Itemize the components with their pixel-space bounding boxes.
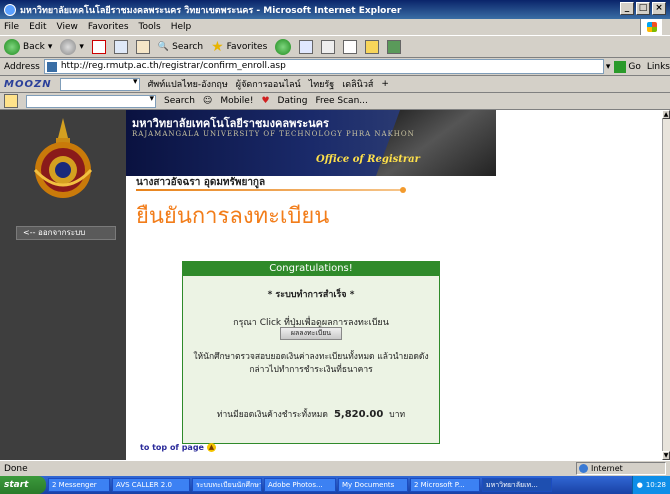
go-arrow-icon xyxy=(614,60,627,73)
status-text: Done xyxy=(4,463,28,474)
ie-icon xyxy=(4,3,16,16)
top-of-page-link[interactable]: to top of page ▲ xyxy=(140,443,216,452)
add-icon[interactable]: + xyxy=(381,79,389,89)
scroll-up-button[interactable]: ▲ xyxy=(662,110,670,119)
moozn-toolbar: MOOZN ศัพท์แปลไทย-อังกฤษ ผู้จัดการออนไลน… xyxy=(0,76,670,93)
toolbar-logo-icon xyxy=(4,94,18,108)
moozn-item-manager[interactable]: ผู้จัดการออนไลน์ xyxy=(236,77,301,91)
close-button[interactable]: × xyxy=(652,2,666,15)
balance-unit: บาท xyxy=(389,410,406,420)
smiley-icon[interactable]: ☺ xyxy=(203,96,212,106)
university-seal-icon xyxy=(33,118,93,198)
go-button[interactable]: Go xyxy=(614,60,641,73)
favorites-star-icon: ★ xyxy=(211,38,224,55)
moozn-logo: MOOZN xyxy=(4,78,52,90)
menu-favorites[interactable]: Favorites xyxy=(88,22,129,32)
taskbar-item-powerpoint[interactable]: 2 Microsoft P... xyxy=(410,478,480,492)
taskbar: start 2 Messenger AVS CALLER 2.0 ระบบทะเ… xyxy=(0,476,670,494)
stop-icon[interactable] xyxy=(91,39,106,54)
registrar-banner: มหาวิทยาลัยเทคโนโลยีราชมงคลพระนคร RAJAMA… xyxy=(126,110,496,176)
edit-icon[interactable] xyxy=(343,39,358,54)
window-titlebar: มหาวิทยาลัยเทคโนโลยีราชมงคลพระนคร วิทยาเ… xyxy=(0,0,670,19)
history-icon[interactable] xyxy=(275,38,292,55)
toolbar-freescan[interactable]: Free Scan... xyxy=(315,96,367,106)
taskbar-item-registrar[interactable]: ระบบทะเบียนนักศึกษา xyxy=(192,478,262,492)
student-name: นางสาวอัจฉรา อุดมทรัพยากูล xyxy=(136,177,266,188)
taskbar-item-browser[interactable]: มหาวิทยาลัยเท... xyxy=(482,478,552,492)
keyboard-hands-image xyxy=(376,110,496,176)
banner-office-registrar: Office of Registrar xyxy=(316,154,420,165)
balance-label: ท่านมียอดเงินค้างชำระทั้งหมด xyxy=(216,410,328,420)
vertical-scrollbar[interactable] xyxy=(662,110,670,460)
security-zone: Internet xyxy=(576,462,666,475)
address-bar: Address http://reg.rmutp.ac.th/registrar… xyxy=(0,58,670,76)
panel-header: Congratulations! xyxy=(183,262,439,276)
address-label: Address xyxy=(4,61,40,72)
moozn-item-dictionary[interactable]: ศัพท์แปลไทย-อังกฤษ xyxy=(148,77,228,91)
clock: 10:28 xyxy=(645,481,666,489)
mail-icon[interactable] xyxy=(299,39,314,54)
maximize-button[interactable]: □ xyxy=(636,2,650,15)
menu-edit[interactable]: Edit xyxy=(29,22,46,32)
taskbar-item-photoshop[interactable]: Adobe Photos... xyxy=(264,478,336,492)
forward-button[interactable]: ▾ xyxy=(60,38,84,55)
page-viewport: <-- ออกจากระบบ มหาวิทยาลัยเทคโนโลยีราชมง… xyxy=(0,110,662,460)
search-toolbar: Search ☺ Mobile! ♥ Dating Free Scan... xyxy=(0,93,670,110)
back-arrow-icon xyxy=(4,38,20,55)
menu-view[interactable]: View xyxy=(57,22,78,32)
standard-toolbar: Back ▾ ▾ 🔍 Search ★ Favorites xyxy=(0,36,670,58)
logout-button[interactable]: <-- ออกจากระบบ xyxy=(16,226,116,240)
search-icon: 🔍 xyxy=(157,41,170,52)
view-result-button[interactable]: ผลลงทะเบียน xyxy=(280,327,342,340)
up-arrow-icon: ▲ xyxy=(206,443,216,452)
menu-file[interactable]: File xyxy=(4,22,19,32)
taskbar-item-messenger[interactable]: 2 Messenger xyxy=(48,478,110,492)
messenger-icon[interactable] xyxy=(387,39,402,54)
forward-arrow-icon xyxy=(60,38,77,55)
window-title: มหาวิทยาลัยเทคโนโลยีราชมงคลพระนคร วิทยาเ… xyxy=(20,5,402,16)
scroll-down-button[interactable]: ▼ xyxy=(662,451,670,460)
menu-help[interactable]: Help xyxy=(171,22,192,32)
favorites-button[interactable]: ★ Favorites xyxy=(211,40,267,54)
divider xyxy=(136,187,406,193)
tray-icon[interactable]: ● xyxy=(637,481,643,489)
start-button[interactable]: start xyxy=(0,476,46,494)
menu-tools[interactable]: Tools xyxy=(139,22,161,32)
payment-instructions: ให้นักศึกษาตรวจสอบยอดเงินค่าลงทะเบียนทั้… xyxy=(193,352,429,375)
refresh-icon[interactable] xyxy=(113,39,128,54)
moozn-search-dropdown[interactable] xyxy=(59,77,140,91)
moozn-item-dailynews[interactable]: เดลินิวส์ xyxy=(342,77,373,91)
success-message: * ระบบทำการสำเร็จ * xyxy=(267,290,355,300)
toolbar-search-button[interactable]: Search xyxy=(164,96,195,106)
print-icon[interactable] xyxy=(321,39,336,54)
page-title: ยืนยันการลงทะเบียน xyxy=(136,204,330,229)
moozn-item-thairath[interactable]: ไทยรัฐ xyxy=(309,77,335,91)
taskbar-item-my-documents[interactable]: My Documents xyxy=(338,478,408,492)
back-button[interactable]: Back ▾ xyxy=(4,38,52,55)
heart-icon: ♥ xyxy=(261,96,270,106)
banner-university-english: RAJAMANGALA UNIVERSITY OF TECHNOLOGY PHR… xyxy=(132,130,415,138)
search-button[interactable]: 🔍 Search xyxy=(158,42,203,52)
menu-bar: File Edit View Favorites Tools Help xyxy=(0,19,670,36)
toolbar-dating[interactable]: Dating xyxy=(278,96,308,106)
windows-logo-icon xyxy=(640,19,662,35)
minimize-button[interactable]: _ xyxy=(620,2,634,15)
folder-icon[interactable] xyxy=(365,39,380,54)
balance-amount: 5,820.00 xyxy=(333,409,384,420)
toolbar-search-input[interactable] xyxy=(26,94,156,108)
home-icon[interactable] xyxy=(135,39,150,54)
address-dropdown-icon[interactable]: ▾ xyxy=(606,62,611,72)
confirmation-panel: Congratulations! * ระบบทำการสำเร็จ * กรุ… xyxy=(182,261,440,444)
sidebar: <-- ออกจากระบบ xyxy=(0,110,126,460)
links-button[interactable]: Links xyxy=(647,62,670,72)
address-input[interactable]: http://reg.rmutp.ac.th/registrar/confirm… xyxy=(43,59,604,74)
balance-line: ท่านมียอดเงินค้างชำระทั้งหมด 5,820.00 บาท xyxy=(183,407,439,421)
toolbar-mobile[interactable]: Mobile! xyxy=(220,96,253,106)
taskbar-item-avs-caller[interactable]: AVS CALLER 2.0 xyxy=(112,478,190,492)
system-tray: ● 10:28 xyxy=(631,476,670,494)
status-bar: Done Internet xyxy=(0,460,670,476)
